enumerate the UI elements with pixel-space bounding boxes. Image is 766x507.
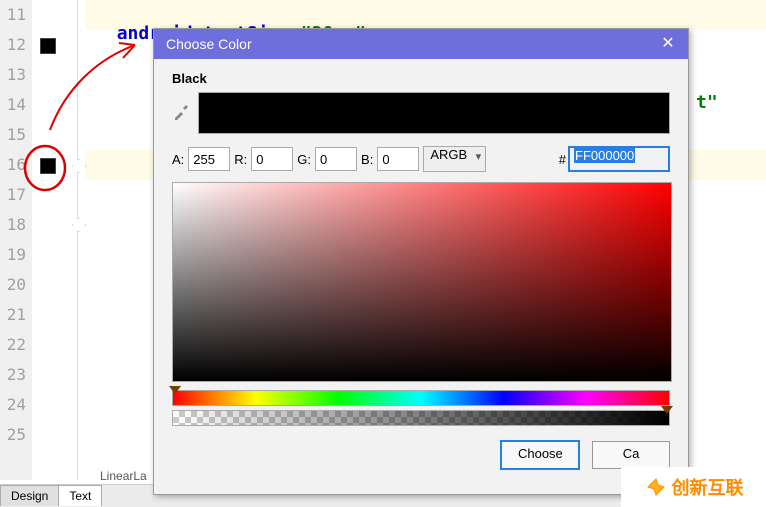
fold-marker-icon[interactable] bbox=[72, 218, 86, 232]
alpha-slider-row bbox=[172, 410, 670, 424]
color-mode-select[interactable]: ARGB bbox=[423, 146, 486, 172]
line-number: 23 bbox=[0, 360, 26, 390]
dialog-title: Choose Color bbox=[166, 36, 252, 52]
line-number: 13 bbox=[0, 60, 26, 90]
tab-text[interactable]: Text bbox=[58, 485, 102, 506]
alpha-label: A: bbox=[172, 152, 184, 167]
choose-button[interactable]: Choose bbox=[500, 440, 580, 470]
dialog-titlebar[interactable]: Choose Color ✕ bbox=[154, 29, 688, 59]
color-preview bbox=[198, 92, 670, 134]
line-number: 16 bbox=[0, 150, 26, 180]
green-label: G: bbox=[297, 152, 311, 167]
line-number: 14 bbox=[0, 90, 26, 120]
red-input[interactable] bbox=[251, 147, 293, 171]
fold-marker-icon[interactable] bbox=[72, 159, 86, 173]
alpha-handle-icon[interactable] bbox=[661, 406, 673, 414]
gutter-color-swatch[interactable] bbox=[40, 158, 56, 174]
cancel-button[interactable]: Ca bbox=[592, 441, 670, 469]
color-picker-dialog: Choose Color ✕ Black A: R: G: B: ARGB # … bbox=[153, 28, 689, 495]
red-label: R: bbox=[234, 152, 247, 167]
saturation-brightness-field[interactable] bbox=[172, 182, 672, 382]
eyedropper-icon[interactable] bbox=[172, 103, 190, 124]
line-number: 24 bbox=[0, 390, 26, 420]
blue-label: B: bbox=[361, 152, 373, 167]
line-number: 20 bbox=[0, 270, 26, 300]
line-gutter: 11 12 13 14 15 16 17 18 19 20 21 22 23 2… bbox=[0, 0, 32, 480]
line-number: 19 bbox=[0, 240, 26, 270]
breadcrumb[interactable]: LinearLa bbox=[100, 469, 147, 483]
color-name-label: Black bbox=[172, 71, 670, 86]
code-peek: t" bbox=[696, 92, 718, 113]
line-number: 22 bbox=[0, 330, 26, 360]
close-icon[interactable]: ✕ bbox=[648, 29, 688, 59]
blue-input[interactable] bbox=[377, 147, 419, 171]
gutter-color-swatch[interactable] bbox=[40, 38, 56, 54]
line-number: 17 bbox=[0, 180, 26, 210]
alpha-input[interactable] bbox=[188, 147, 230, 171]
hash-label: # bbox=[559, 152, 566, 167]
value-row: A: R: G: B: ARGB # FF000000 bbox=[172, 146, 670, 172]
watermark-logo: 创新互联 bbox=[621, 467, 766, 507]
line-number: 18 bbox=[0, 210, 26, 240]
hue-handle-icon[interactable] bbox=[169, 386, 181, 394]
hue-slider-row bbox=[172, 390, 670, 404]
line-number: 21 bbox=[0, 300, 26, 330]
fold-guide bbox=[77, 0, 78, 480]
tab-design[interactable]: Design bbox=[0, 485, 59, 506]
line-number: 11 bbox=[0, 0, 26, 30]
alpha-slider[interactable] bbox=[172, 410, 670, 426]
hex-input[interactable]: FF000000 bbox=[568, 146, 670, 172]
hue-slider[interactable] bbox=[172, 390, 670, 406]
line-number: 25 bbox=[0, 420, 26, 450]
line-number: 15 bbox=[0, 120, 26, 150]
green-input[interactable] bbox=[315, 147, 357, 171]
line-number: 12 bbox=[0, 30, 26, 60]
